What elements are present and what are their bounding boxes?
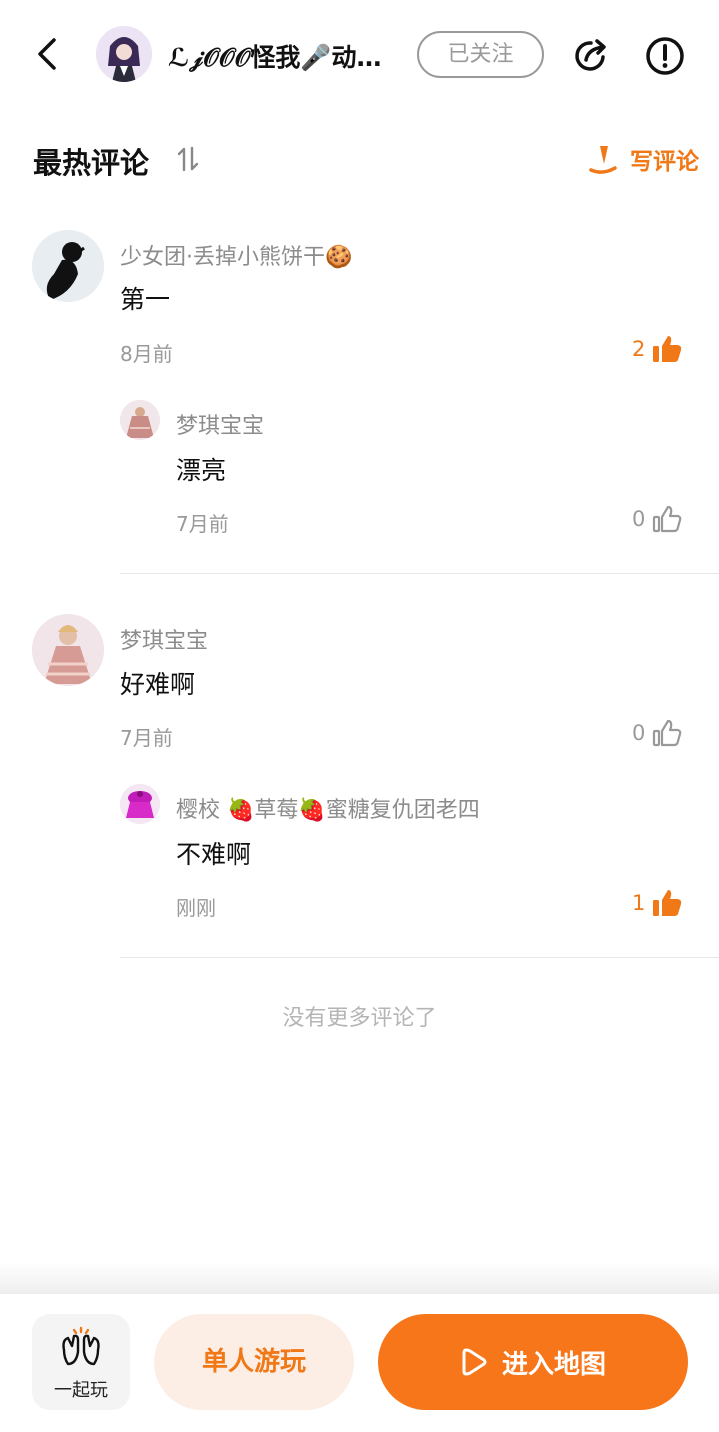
sort-button[interactable] bbox=[176, 146, 200, 172]
author-name[interactable]: ℒ𝒿𝒪𝒪𝒪怪我🎤动… bbox=[168, 38, 400, 74]
chevron-left-icon bbox=[38, 38, 56, 70]
commenter-avatar[interactable] bbox=[32, 230, 104, 302]
reply-text: 漂亮 bbox=[176, 456, 227, 485]
thumbs-up-filled-icon bbox=[653, 336, 682, 362]
write-comment-label: 写评论 bbox=[630, 149, 699, 175]
sort-arrows-icon bbox=[177, 146, 199, 172]
no-more-comments: 没有更多评论了 bbox=[282, 1006, 437, 1031]
enter-map-button[interactable]: 进入地图 bbox=[378, 1314, 688, 1410]
enter-map-label: 进入地图 bbox=[501, 1349, 606, 1380]
like-count: 0 bbox=[632, 507, 646, 531]
solo-play-button[interactable]: 单人游玩 bbox=[154, 1314, 354, 1410]
thumbs-up-outline-icon bbox=[653, 505, 682, 533]
reply-avatar[interactable] bbox=[120, 784, 160, 824]
play-together-label: 一起玩 bbox=[54, 1380, 108, 1401]
comment-time: 7月前 bbox=[120, 726, 173, 750]
author-avatar[interactable] bbox=[96, 26, 152, 82]
comment-username[interactable]: 少女团·丢掉小熊饼干🍪 bbox=[120, 239, 352, 271]
exclamation-circle-icon bbox=[646, 37, 684, 75]
thread-divider bbox=[120, 573, 719, 574]
like-button[interactable]: 1 bbox=[632, 887, 683, 919]
pen-icon bbox=[589, 146, 617, 174]
like-button[interactable]: 2 bbox=[632, 333, 683, 365]
high-five-icon bbox=[62, 1326, 100, 1366]
reply-time: 刚刚 bbox=[176, 896, 216, 920]
share-button[interactable] bbox=[570, 35, 612, 77]
follow-button[interactable]: 已关注 bbox=[417, 31, 544, 78]
reply-avatar[interactable] bbox=[120, 400, 160, 440]
reply-time: 7月前 bbox=[176, 512, 229, 536]
report-button[interactable] bbox=[644, 35, 686, 77]
reply-username[interactable]: 梦琪宝宝 bbox=[176, 408, 264, 440]
thread-divider bbox=[120, 957, 719, 958]
play-icon bbox=[462, 1348, 487, 1376]
back-button[interactable] bbox=[30, 34, 66, 74]
comment-time: 8月前 bbox=[120, 342, 173, 366]
thumbs-up-filled-icon bbox=[653, 890, 682, 916]
commenter-avatar[interactable] bbox=[32, 614, 104, 686]
comment-text: 第一 bbox=[120, 285, 171, 314]
thumbs-up-outline-icon bbox=[653, 719, 682, 747]
like-count: 0 bbox=[632, 721, 646, 745]
section-title: 最热评论 bbox=[33, 146, 150, 180]
like-count: 2 bbox=[632, 337, 646, 361]
like-button[interactable]: 0 bbox=[632, 503, 683, 535]
top-bar: ℒ𝒿𝒪𝒪𝒪怪我🎤动… 已关注 bbox=[0, 0, 719, 110]
bottom-shadow bbox=[0, 1262, 719, 1294]
like-button[interactable]: 0 bbox=[632, 717, 683, 749]
share-icon bbox=[575, 39, 606, 71]
comment-username[interactable]: 梦琪宝宝 bbox=[120, 623, 208, 655]
comment-text: 好难啊 bbox=[120, 670, 196, 699]
reply-username[interactable]: 樱校 🍓草莓🍓蜜糖复仇团老四 bbox=[176, 792, 480, 824]
bottom-action-bar: 一起玩 单人游玩 进入地图 bbox=[0, 1294, 719, 1432]
like-count: 1 bbox=[632, 891, 646, 915]
play-together-button[interactable]: 一起玩 bbox=[32, 1314, 130, 1410]
reply-text: 不难啊 bbox=[176, 840, 252, 869]
write-comment-button[interactable]: 写评论 bbox=[586, 140, 699, 178]
